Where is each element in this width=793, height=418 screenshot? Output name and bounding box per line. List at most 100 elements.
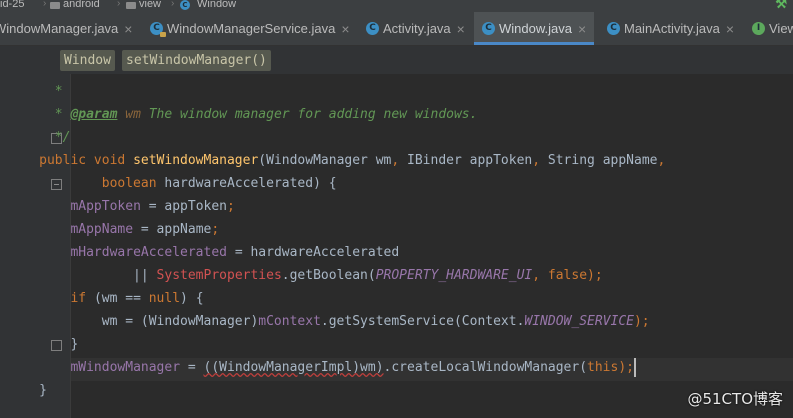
code-token: wm = (WindowManager) [0,314,259,329]
code-token: ) { [180,291,204,306]
tab-label: Activity.java [383,21,451,36]
code-token: WINDOW_SERVICE [524,314,634,329]
code-token: ); [618,360,634,375]
close-icon[interactable]: × [726,21,734,37]
nav-crumb-label: Window [197,0,237,10]
code-token: = hardwareAccelerated [227,245,400,260]
chevron-right-icon: › [117,0,121,9]
code-editor[interactable]: */ * * @param wm The window manager for … [0,74,793,418]
code-token: ); [587,268,603,283]
code-line: mWindowManager = ((WindowManagerImpl)wm)… [0,356,634,379]
code-line: * [0,80,63,103]
code-token: */ [0,130,71,145]
tab-windowmanagerservice[interactable]: C WindowManagerService.java × [148,12,362,45]
class-icon: C [180,0,190,10]
nav-crumb-label: view [139,0,162,10]
nav-crumb-module[interactable]: id-25 [0,0,24,10]
interface-icon: I [752,22,765,35]
breadcrumb-method[interactable]: setWindowManager() [122,50,271,71]
code-line: if (wm == null) { [0,287,204,310]
code-token: * [0,84,63,99]
code-token: = appName [133,222,212,237]
code-line: mAppToken = appToken; [0,195,235,218]
code-token: setWindowManager [133,153,259,168]
code-line: boolean hardwareAccelerated) { [0,172,337,195]
folder-icon [126,2,136,9]
code-area[interactable]: */ * * @param wm The window manager for … [0,74,793,418]
navigation-bar: id-25 › android › view › C Window ⚒ [0,0,793,12]
code-token: ); [633,314,650,329]
class-icon: C [366,22,379,35]
code-token: */ [0,74,86,76]
code-token: mHardwareAccelerated [70,245,227,260]
code-token: .createLocalWindowManager( [383,360,588,375]
tab-view[interactable]: I View [750,12,793,45]
nav-crumb-window[interactable]: C Window [180,0,236,10]
code-token: , [532,268,548,283]
code-token: ; [227,199,235,214]
code-token: = [180,360,204,375]
close-icon[interactable]: × [578,21,586,37]
code-token: public [0,153,94,168]
code-token: } [0,337,79,352]
code-token: || [0,268,157,283]
chevron-right-icon: › [43,0,47,9]
code-token: (WindowManager wm [258,153,392,168]
code-token: ; [211,222,220,237]
tab-label: WindowManagerService.java [167,21,336,36]
code-token: = appToken [140,199,227,214]
nav-crumb-android[interactable]: android [50,0,100,10]
code-token: , [657,153,666,168]
tab-window[interactable]: C Window.java × [474,12,594,45]
code-token: mAppToken [70,199,141,214]
code-token: null [148,291,181,306]
code-token: mAppName [70,222,134,237]
code-token: String appName [547,153,658,168]
code-token: } [0,383,47,398]
code-token: ((WindowManagerImpl)wm) [203,360,384,375]
chevron-right-icon: › [171,0,175,9]
folder-icon [50,2,60,9]
tab-mainactivity[interactable]: C MainActivity.java × [605,12,747,45]
code-token: The window manager for adding new window… [140,107,478,122]
tab-windowmanager[interactable]: WindowManager.java × [0,12,144,45]
nav-crumb-label: id-25 [0,0,25,10]
code-line: mAppName = appName; [0,218,219,241]
code-token: false [547,268,588,283]
code-line: } [0,333,78,356]
code-token: boolean [0,176,165,191]
code-token: wm [125,107,141,122]
hammer-icon[interactable]: ⚒ [775,0,787,12]
code-line: mHardwareAccelerated = hardwareAccelerat… [0,241,399,264]
ide-window: id-25 › android › view › C Window ⚒ Wind… [0,0,793,418]
code-line: */ [0,126,71,149]
class-icon: C [607,22,620,35]
code-line: public void setWindowManager(WindowManag… [0,149,665,172]
code-token: hardwareAccelerated) { [164,176,337,191]
watermark: @51CTO博客 [687,390,783,408]
editor-tab-bar: WindowManager.java × C WindowManagerServ… [0,12,793,46]
close-icon[interactable]: × [124,21,132,37]
breadcrumb-class[interactable]: Window [60,50,115,71]
code-token: this [587,360,619,375]
code-token: SystemProperties [156,268,282,283]
code-token: PROPERTY_HARDWARE_UI [375,268,533,283]
class-icon: C [482,22,495,35]
code-token: mContext [258,314,321,329]
code-token: .getSystemService(Context. [320,314,525,329]
code-token: @param [70,107,118,122]
tab-activity[interactable]: C Activity.java × [364,12,474,45]
code-line: } [0,379,47,402]
code-token: .getBoolean( [281,268,376,283]
tab-label: MainActivity.java [624,21,720,36]
nav-crumb-label: android [63,0,100,10]
nav-crumb-view[interactable]: view [126,0,161,10]
close-icon[interactable]: × [457,21,465,37]
code-token: IBinder appToken [407,153,533,168]
close-icon[interactable]: × [341,21,349,37]
code-token: void [93,153,134,168]
